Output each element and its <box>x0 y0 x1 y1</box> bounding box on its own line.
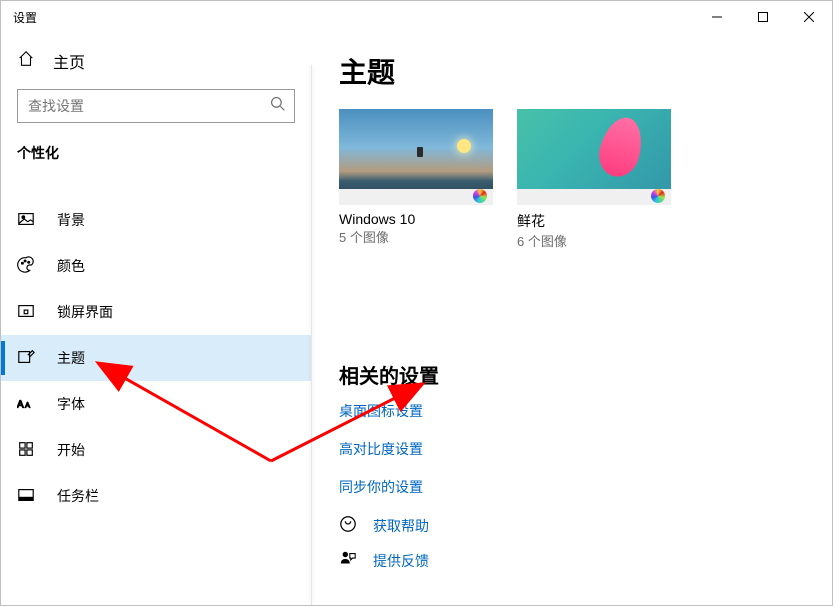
sidebar-item-fonts[interactable]: AA 字体 <box>1 381 311 427</box>
maximize-button[interactable] <box>740 1 786 33</box>
search-box[interactable] <box>17 89 295 123</box>
feedback-icon <box>339 550 357 571</box>
home-label: 主页 <box>53 49 85 73</box>
theme-name: Windows 10 <box>339 211 493 227</box>
help-label: 获取帮助 <box>373 516 429 536</box>
theme-card-windows10[interactable]: Windows 10 5 个图像 <box>339 109 493 250</box>
taskbar-icon <box>17 486 35 507</box>
home-button[interactable]: 主页 <box>1 41 311 81</box>
content-title: 主题 <box>339 51 804 91</box>
sidebar-item-themes[interactable]: 主题 <box>1 335 311 381</box>
sidebar-item-label: 开始 <box>57 440 85 460</box>
minimize-button[interactable] <box>694 1 740 33</box>
themes-grid: Windows 10 5 个图像 鲜花 6 个图像 <box>339 109 804 250</box>
lock-screen-icon <box>17 302 35 323</box>
color-wheel-icon <box>473 189 487 203</box>
grid-icon <box>17 440 35 461</box>
theme-thumbnail <box>339 109 493 205</box>
theme-thumbnail <box>517 109 671 205</box>
sidebar-item-background[interactable]: 背景 <box>1 197 311 243</box>
theme-sub: 5 个图像 <box>339 227 493 246</box>
sidebar-item-label: 任务栏 <box>57 486 99 506</box>
search-icon <box>270 96 286 117</box>
feedback-label: 提供反馈 <box>373 551 429 571</box>
theme-card-flowers[interactable]: 鲜花 6 个图像 <box>517 109 671 250</box>
close-button[interactable] <box>786 1 832 33</box>
sidebar-category: 个性化 <box>1 123 311 177</box>
window-titlebar: 设置 <box>1 1 832 33</box>
divider <box>311 65 312 605</box>
sidebar-nav: 背景 颜色 锁屏界面 主题 AA 字体 开始 <box>1 197 311 519</box>
sidebar-item-label: 背景 <box>57 210 85 230</box>
svg-text:A: A <box>17 399 24 410</box>
get-help-link[interactable]: 获取帮助 <box>339 515 804 536</box>
sidebar-item-start[interactable]: 开始 <box>1 427 311 473</box>
theme-name: 鲜花 <box>517 211 671 231</box>
sidebar-item-label: 字体 <box>57 394 85 414</box>
theme-sub: 6 个图像 <box>517 231 671 250</box>
image-icon <box>17 210 35 231</box>
sidebar-item-taskbar[interactable]: 任务栏 <box>1 473 311 519</box>
sidebar-item-colors[interactable]: 颜色 <box>1 243 311 289</box>
svg-text:A: A <box>25 400 30 409</box>
link-sync-settings[interactable]: 同步你的设置 <box>339 477 804 497</box>
content-area: 主题 Windows 10 5 个图像 鲜花 6 个图像 相关的设置 桌面图标设… <box>311 33 832 605</box>
font-icon: AA <box>17 394 35 415</box>
give-feedback-link[interactable]: 提供反馈 <box>339 550 804 571</box>
window-title: 设置 <box>13 9 37 26</box>
home-icon <box>17 50 35 73</box>
sidebar-item-label: 锁屏界面 <box>57 302 113 322</box>
pen-icon <box>17 348 35 369</box>
help-icon <box>339 515 357 536</box>
link-high-contrast[interactable]: 高对比度设置 <box>339 439 804 459</box>
sidebar-item-label: 主题 <box>57 348 85 368</box>
color-wheel-icon <box>651 189 665 203</box>
link-desktop-icons[interactable]: 桌面图标设置 <box>339 401 804 421</box>
sidebar-item-label: 颜色 <box>57 256 85 276</box>
sidebar: 主页 个性化 背景 颜色 锁屏界面 主题 <box>1 33 311 605</box>
search-input[interactable] <box>28 98 270 114</box>
window-controls <box>694 1 832 33</box>
palette-icon <box>17 256 35 277</box>
related-settings-title: 相关的设置 <box>339 360 804 389</box>
sidebar-item-lockscreen[interactable]: 锁屏界面 <box>1 289 311 335</box>
